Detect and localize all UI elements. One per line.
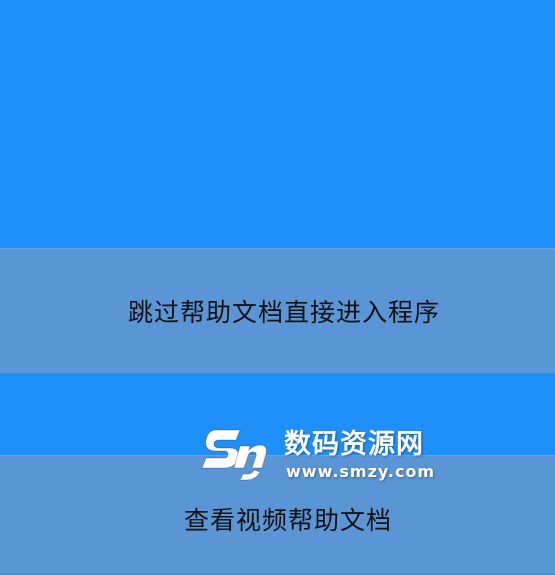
help-screen: 跳过帮助文档直接进入程序 查看视频帮助文档 数码资源网 www.smzy.com — [0, 0, 555, 575]
view-video-help-label: 查看视频帮助文档 — [184, 506, 393, 535]
skip-help-label: 跳过帮助文档直接进入程序 — [128, 298, 441, 327]
skip-help-button[interactable]: 跳过帮助文档直接进入程序 — [0, 248, 555, 374]
view-video-help-button[interactable]: 查看视频帮助文档 — [0, 455, 555, 575]
